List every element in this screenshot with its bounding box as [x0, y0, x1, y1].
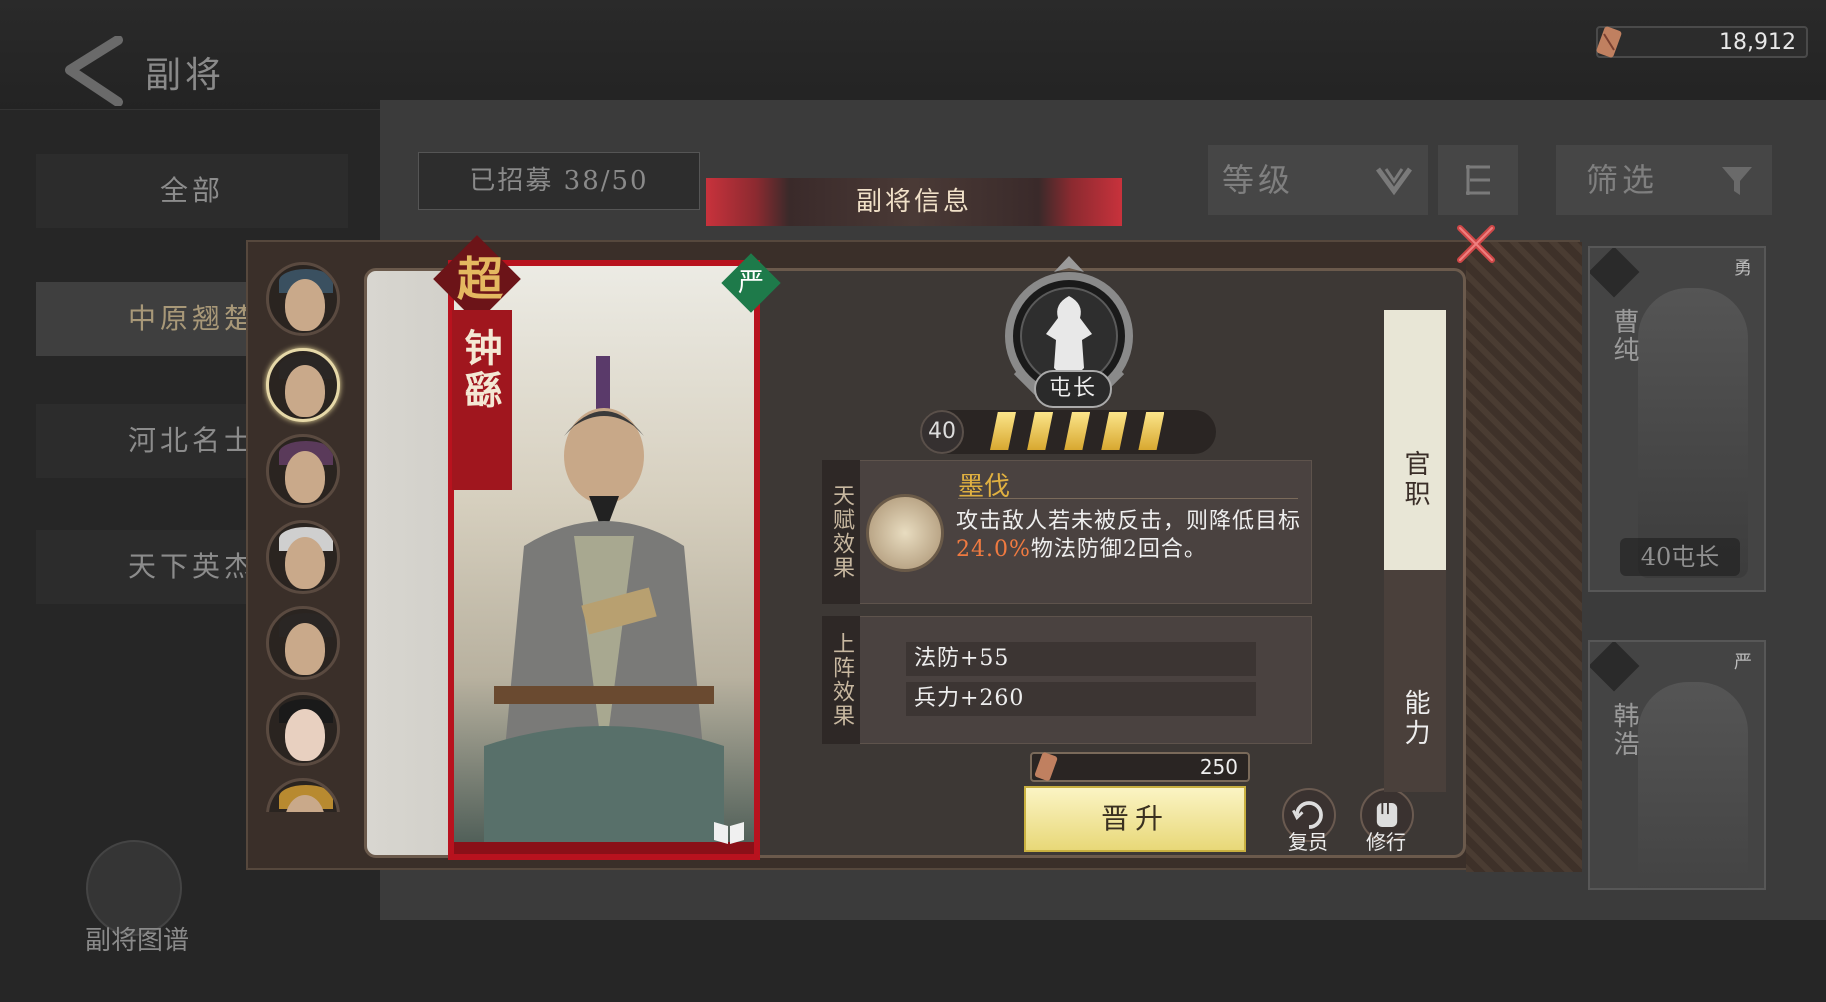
talent-desc-highlight: 24.0%	[956, 537, 1031, 562]
star-icon	[1101, 412, 1128, 450]
deploy-side-label: 上阵效果	[822, 616, 860, 744]
general-art	[1638, 682, 1748, 888]
chevron-down-icon	[1376, 167, 1412, 196]
restore-label: 复员	[1288, 830, 1328, 854]
talent-side-label: 天赋效果	[822, 460, 860, 604]
promote-cost: 250	[1030, 752, 1250, 782]
general-card-background[interactable]: 勇 曹纯 40屯长	[1588, 246, 1766, 592]
general-name: 韩浩	[1609, 702, 1639, 758]
atlas-button[interactable]: 副将图谱	[74, 840, 194, 960]
talent-desc-before: 攻击敌人若未被反击，则降低目标	[956, 509, 1302, 534]
stat-magic-defense: 法防+55	[906, 642, 1256, 676]
portrait-item[interactable]	[266, 520, 340, 594]
general-level: 40屯长	[1620, 538, 1740, 576]
sort-order-icon	[1466, 165, 1490, 195]
divider	[958, 498, 1298, 499]
portrait-item[interactable]	[266, 606, 340, 680]
currency-amount: 18,912	[1719, 30, 1796, 55]
portrait-list[interactable]	[262, 262, 346, 812]
rank-stars	[990, 412, 1170, 454]
filter-dropdown[interactable]: 筛选	[1556, 145, 1772, 215]
back-arrow-icon	[65, 35, 123, 107]
token-icon	[1596, 26, 1622, 58]
star-icon	[990, 412, 1016, 450]
portrait-item[interactable]	[266, 692, 340, 766]
rank-level: 40	[920, 410, 964, 454]
general-name: 曹纯	[1609, 308, 1639, 364]
talent-description: 攻击敌人若未被反击，则降低目标 24.0%物法防御2回合。	[956, 508, 1306, 564]
close-icon[interactable]	[1452, 220, 1500, 268]
star-icon	[1064, 412, 1091, 450]
general-art	[1638, 288, 1748, 578]
category-all[interactable]: 全部	[36, 154, 348, 228]
cost-amount: 250	[1199, 755, 1238, 779]
train-label: 修行	[1366, 830, 1406, 854]
top-bar: 副将 18,912	[0, 0, 1826, 110]
portrait-item-selected[interactable]	[266, 348, 340, 422]
token-icon	[1034, 752, 1058, 781]
general-card-background[interactable]: 严 韩浩	[1588, 640, 1766, 890]
recruit-count: 已招募 38/50	[418, 152, 700, 210]
grade-badge	[1590, 248, 1640, 298]
modal-header: 副将信息	[706, 178, 1122, 226]
modal-pattern	[1466, 242, 1582, 872]
atlas-label: 副将图谱	[84, 926, 189, 956]
general-figure	[484, 356, 724, 854]
deploy-panel	[822, 616, 1312, 744]
filter-funnel-icon	[1722, 167, 1752, 195]
tab-ability[interactable]: 能力	[1384, 570, 1446, 792]
sort-label: 等级	[1222, 161, 1295, 199]
page-title: 副将	[145, 55, 226, 96]
general-name: 钟繇	[458, 328, 503, 412]
rarity-label: 超	[457, 252, 503, 306]
portrait-item[interactable]	[266, 262, 340, 336]
tab-office[interactable]: 官职	[1384, 310, 1446, 570]
star-icon	[1027, 412, 1054, 450]
portrait-item[interactable]	[266, 434, 340, 508]
quality-tag: 严	[1734, 652, 1752, 673]
quality-tag: 勇	[1734, 258, 1752, 279]
currency-display: 18,912	[1596, 26, 1808, 58]
quality-label: 严	[737, 268, 764, 298]
portrait-item[interactable]	[266, 778, 340, 812]
sort-dropdown[interactable]: 等级	[1208, 145, 1428, 215]
star-icon	[1138, 412, 1165, 450]
rank-title: 屯长	[1034, 370, 1112, 408]
modal-title: 副将信息	[855, 187, 972, 217]
stat-troops: 兵力+260	[906, 682, 1256, 716]
scroll-icon	[866, 494, 944, 572]
back-button[interactable]	[58, 35, 132, 107]
filter-label: 筛选	[1586, 161, 1659, 199]
sort-order-button[interactable]	[1438, 145, 1518, 215]
talent-desc-after: 物法防御2回合。	[1030, 537, 1207, 562]
promote-button[interactable]: 晋升	[1024, 786, 1246, 852]
grade-badge	[1590, 642, 1640, 692]
book-icon[interactable]	[712, 818, 746, 846]
